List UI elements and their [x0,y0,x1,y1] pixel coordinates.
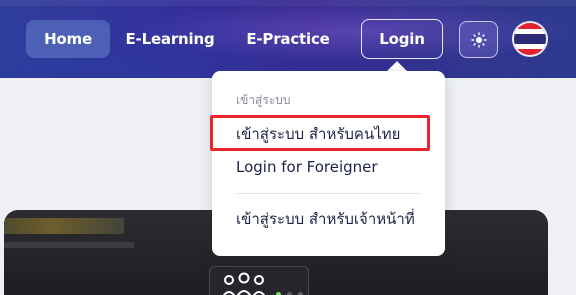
hero-decor-strip [4,218,124,234]
nav-epractice-link[interactable]: E-Practice [238,20,338,58]
thailand-flag-icon [514,23,546,55]
sun-icon [470,31,487,48]
top-navbar: Home E-Learning E-Practice Login [0,0,576,78]
nav-home-button[interactable]: Home [26,20,110,58]
theme-toggle-button[interactable] [459,21,498,58]
people-icon [222,272,266,295]
language-button[interactable] [514,23,546,55]
login-dropdown-menu: เข้าสู่ระบบ เข้าสู่ระบบ สำหรับคนไทย Logi… [212,71,445,256]
carousel-dots [276,282,309,295]
login-button[interactable]: Login [361,19,443,59]
dropdown-divider [236,193,421,194]
highlight-box [210,115,430,151]
dropdown-header: เข้าสู่ระบบ [236,93,291,107]
login-officer-item[interactable]: เข้าสู่ระบบ สำหรับเจ้าหน้าที่ [236,207,415,231]
login-foreigner-item[interactable]: Login for Foreigner [236,158,378,176]
hero-decor-line [4,242,134,248]
nav-elearning-link[interactable]: E-Learning [120,20,220,58]
